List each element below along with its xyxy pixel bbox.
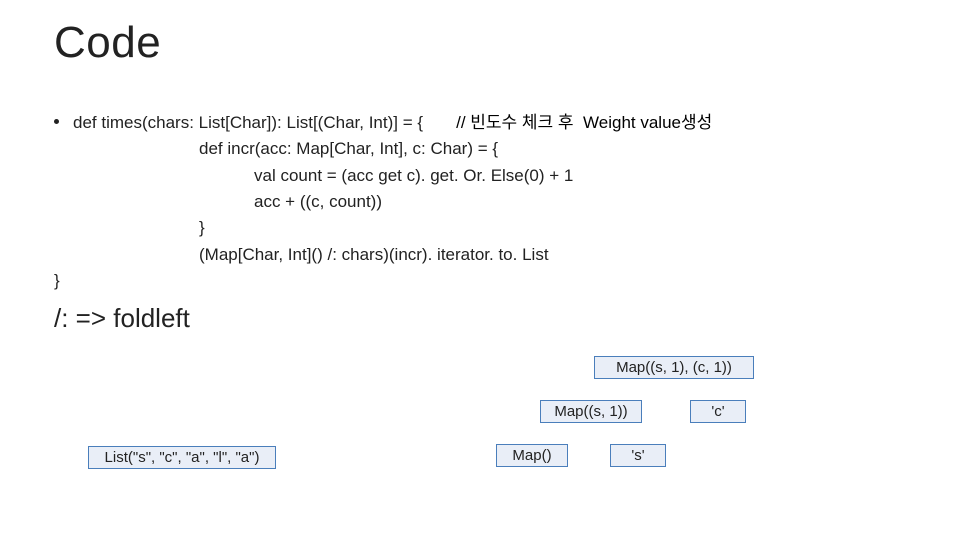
bullet-line-1: def times(chars: List[Char]): List[(Char… (54, 110, 906, 136)
foldleft-label: /: => foldleft (54, 303, 906, 334)
code-line-3: val count = (acc get c). get. Or. Else(0… (54, 163, 906, 189)
code-line-1: def times(chars: List[Char]): List[(Char… (73, 110, 712, 136)
slide: Code def times(chars: List[Char]): List[… (0, 0, 960, 540)
box-map-empty: Map() (496, 444, 568, 467)
code-line-1-left: def times(chars: List[Char]): List[(Char… (73, 113, 423, 132)
code-line-1-weight: Weight value생성 (583, 113, 712, 132)
box-c-char: 'c' (690, 400, 746, 423)
box-s-char: 's' (610, 444, 666, 467)
code-line-1-comment: // 빈도수 체크 후 (456, 113, 583, 132)
code-line-2: def incr(acc: Map[Char, Int], c: Char) =… (54, 136, 906, 162)
code-block: def times(chars: List[Char]): List[(Char… (73, 110, 712, 136)
box-map-s1: Map((s, 1)) (540, 400, 642, 423)
bullet-dot-icon (54, 119, 59, 124)
code-line-1-gap (423, 113, 456, 132)
code-line-4: acc + ((c, count)) (54, 189, 906, 215)
box-list: List("s", "c", "a", "l", "a") (88, 446, 276, 469)
slide-title: Code (54, 18, 906, 68)
code-body: def incr(acc: Map[Char, Int], c: Char) =… (54, 136, 906, 268)
box-map-s1-c1: Map((s, 1), (c, 1)) (594, 356, 754, 379)
code-close-brace: } (54, 271, 906, 291)
code-line-5: } (54, 215, 906, 241)
code-line-6: (Map[Char, Int]() /: chars)(incr). itera… (54, 242, 906, 268)
